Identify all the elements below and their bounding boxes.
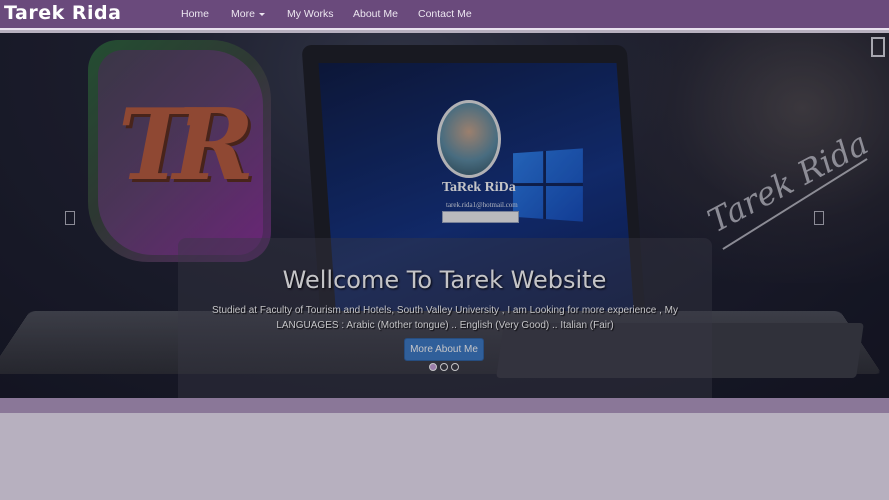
carousel-title: Wellcome To Tarek Website — [282, 266, 607, 294]
avatar-name: TaRek RiDa — [442, 180, 516, 195]
nav-more-dropdown[interactable]: More — [231, 8, 265, 20]
nav-more-label: More — [231, 8, 255, 20]
laptop-screen-bezel — [301, 45, 648, 345]
brand-logo[interactable]: Tarek Rida — [4, 2, 121, 24]
laptop-display — [318, 63, 636, 335]
laptop-keyboard — [0, 310, 883, 375]
signature-text: Tarek Rida — [701, 123, 875, 241]
carousel-next-icon[interactable] — [814, 211, 824, 225]
section-divider-band — [0, 398, 889, 413]
caret-down-icon — [258, 12, 265, 16]
carousel-prev-icon[interactable] — [65, 211, 75, 225]
navbar: Tarek Rida Home More My Works About Me C… — [0, 0, 889, 30]
tr-logo-inner — [98, 50, 263, 255]
nav-about-me[interactable]: About Me — [353, 8, 398, 20]
carousel-indicator-2[interactable] — [440, 363, 448, 371]
login-pin-box — [442, 211, 519, 223]
avatar-email: tarek.rida1@hotmail.com — [446, 201, 518, 209]
laptop-base-right — [496, 323, 864, 378]
nav-home[interactable]: Home — [181, 8, 209, 20]
more-about-me-button[interactable]: More About Me — [404, 338, 484, 361]
avatar — [437, 100, 501, 178]
corner-frame-icon — [871, 37, 885, 57]
carousel-indicators — [429, 363, 459, 373]
tr-logo-text: TR — [118, 88, 254, 203]
nav-contact-me[interactable]: Contact Me — [418, 8, 472, 20]
carousel-caption-panel — [178, 238, 712, 398]
nav-my-works[interactable]: My Works — [287, 8, 333, 20]
windows-logo — [513, 148, 583, 222]
carousel-indicator-3[interactable] — [451, 363, 459, 371]
carousel-indicator-1[interactable] — [429, 363, 437, 371]
carousel-text: Studied at Faculty of Tourism and Hotels… — [212, 305, 678, 331]
hero-carousel: TR TaRek RiDa tarek.rida1@hotmail.com Ta… — [0, 33, 889, 398]
signature-underline — [722, 158, 868, 250]
tr-logo-frame — [88, 40, 271, 262]
